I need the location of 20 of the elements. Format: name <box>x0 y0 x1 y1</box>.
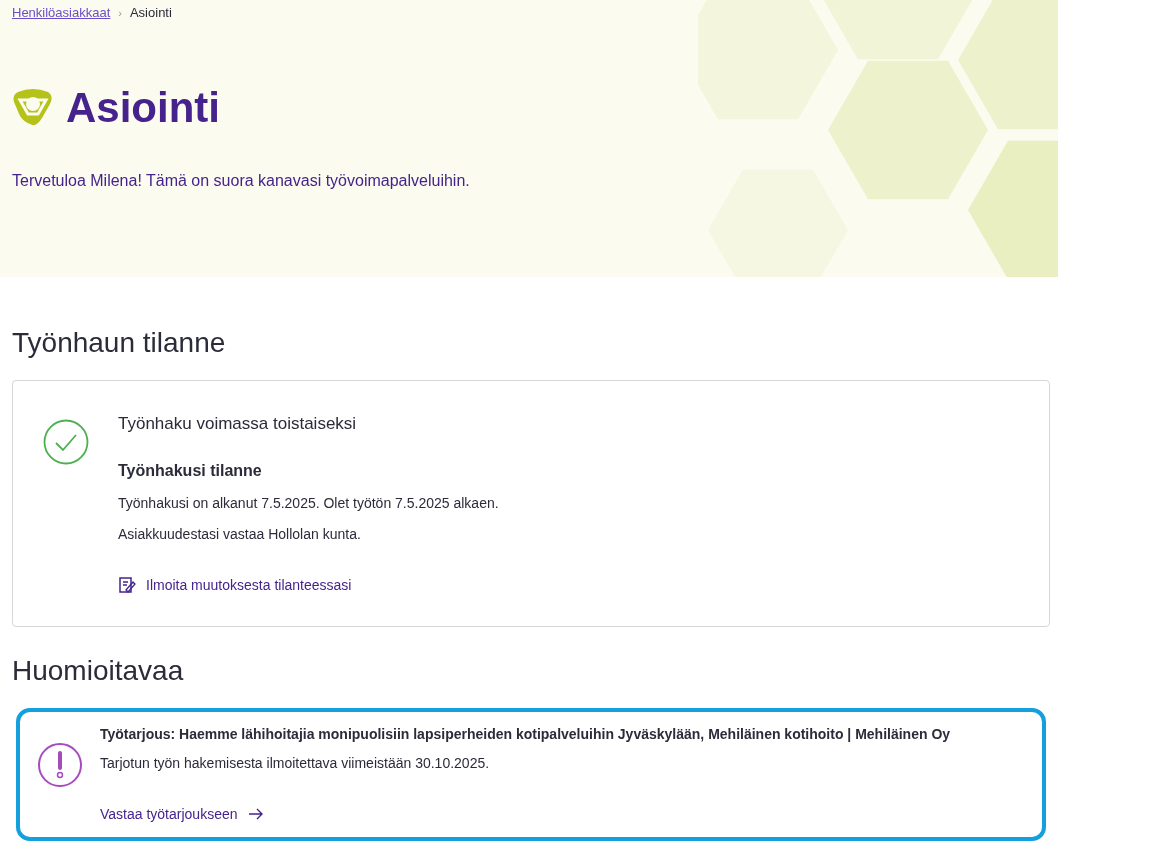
section-heading: Työnhaun tilanne <box>12 326 227 360</box>
page-title: Asiointi <box>66 86 220 129</box>
status-title: Työnhaku voimassa toistaiseksi <box>118 413 358 435</box>
arrow-right-icon <box>247 808 264 820</box>
chevron-icon: › <box>118 4 122 21</box>
respond-link[interactable]: Vastaa työtarjoukseen <box>100 803 951 825</box>
status-text: Työnhakusi on alkanut 7.5.2025. Olet työtön 7.5.2025 alkaen. <box>118 493 499 513</box>
breadcrumb-link[interactable]: Henkilöasiakkaat <box>12 3 111 23</box>
status-text: Asiakkuudestasi vastaa Hollolan kunta. <box>118 524 362 544</box>
report-change-link[interactable]: Ilmoita muutoksesta tilanteessasi <box>118 574 499 596</box>
logo-icon <box>12 87 54 128</box>
status-subtitle: Työnhakusi tilanne <box>118 460 263 481</box>
notice-title: Työtarjous: Haemme lähihoitajia monipuolisiin lapsiperheiden kotipalveluihin Jyväskylään, Mehiläinen kotihoito | Mehiläinen Oy <box>100 724 951 744</box>
check-circle-icon <box>42 419 89 465</box>
section-heading: Huomioitavaa <box>12 653 185 688</box>
edit-document-icon <box>118 576 136 594</box>
welcome-text: Tervetuloa Milena! Tämä on suora kanavasi työvoimapalveluihin. <box>12 170 471 191</box>
exclamation-circle-icon <box>37 741 83 788</box>
breadcrumb-current: Asiointi <box>129 4 172 22</box>
notice-text: Tarjotun työn hakemisesta ilmoitettava viimeistään 30.10.2025. <box>100 753 491 773</box>
